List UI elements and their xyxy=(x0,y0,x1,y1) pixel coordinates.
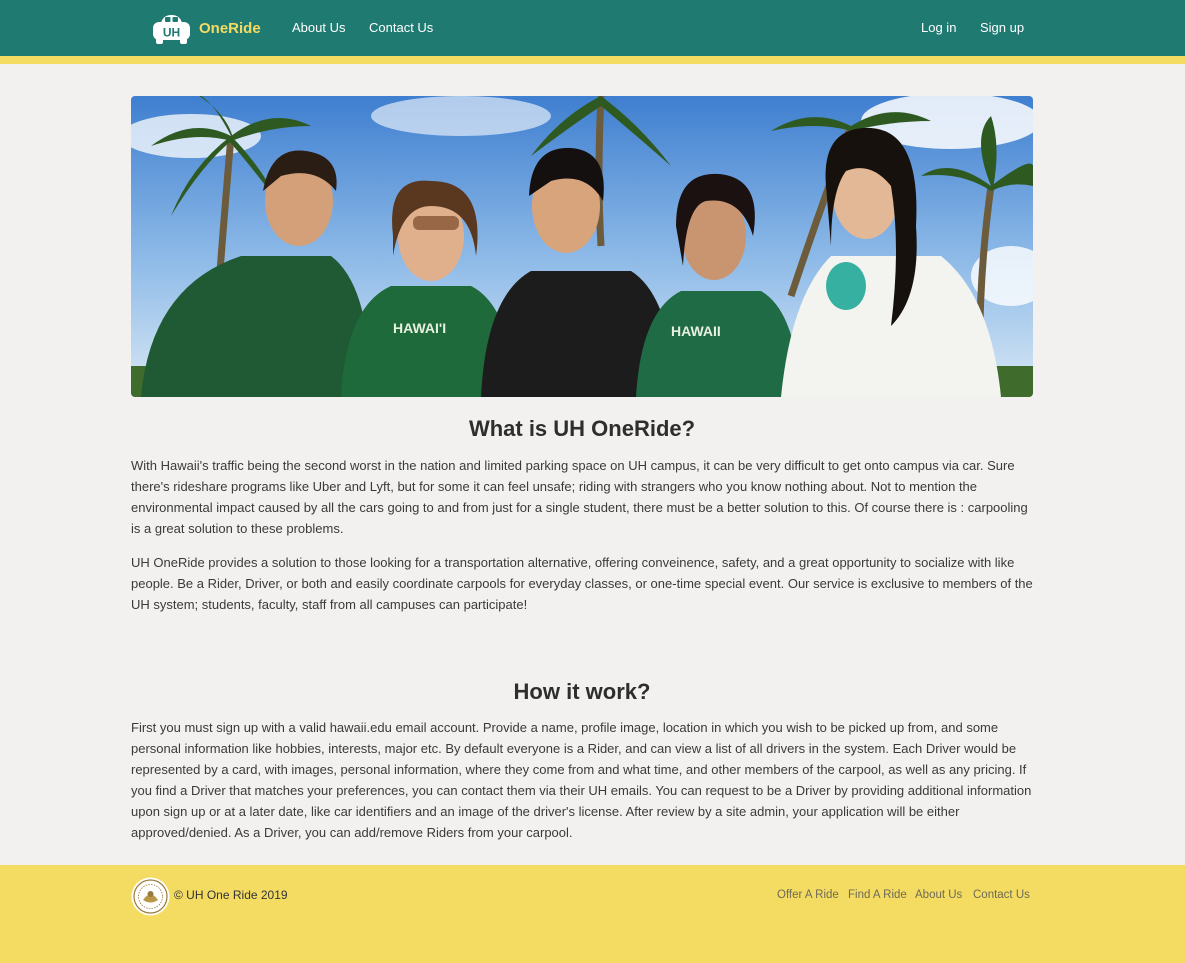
how-it-works-paragraph: First you must sign up with a valid hawa… xyxy=(131,720,1032,840)
nav-about-us[interactable]: About Us xyxy=(292,19,345,37)
svg-text:UH: UH xyxy=(163,26,180,40)
brand-home-link[interactable]: UH OneRide xyxy=(151,11,261,45)
footer-find-a-ride[interactable]: Find A Ride xyxy=(848,888,907,902)
how-it-works-title: How it work? xyxy=(513,679,651,704)
nav-contact-us[interactable]: Contact Us xyxy=(369,19,433,37)
hero-students-image: HAWAI'I HAWAII xyxy=(131,96,1033,397)
what-is-paragraph-1: With Hawaii's traffic being the second w… xyxy=(131,458,1028,536)
what-is-title: What is UH OneRide? xyxy=(468,416,696,441)
footer xyxy=(0,865,1185,963)
nav-log-in[interactable]: Log in xyxy=(921,19,956,37)
car-logo-icon: UH xyxy=(153,15,190,44)
brand-name: OneRide xyxy=(199,19,261,37)
navbar-accent-stripe xyxy=(0,56,1185,64)
footer-contact-us[interactable]: Contact Us xyxy=(973,888,1030,902)
footer-copyright: © UH One Ride 2019 xyxy=(174,888,288,902)
uh-seal-icon xyxy=(131,877,170,916)
svg-text:HAWAII: HAWAII xyxy=(671,323,721,339)
footer-offer-a-ride[interactable]: Offer A Ride xyxy=(777,888,839,902)
nav-sign-up[interactable]: Sign up xyxy=(980,19,1024,37)
what-is-paragraph-2: UH OneRide provides a solution to those … xyxy=(131,555,1033,612)
footer-about-us[interactable]: About Us xyxy=(915,888,962,902)
svg-text:HAWAI'I: HAWAI'I xyxy=(393,320,446,336)
